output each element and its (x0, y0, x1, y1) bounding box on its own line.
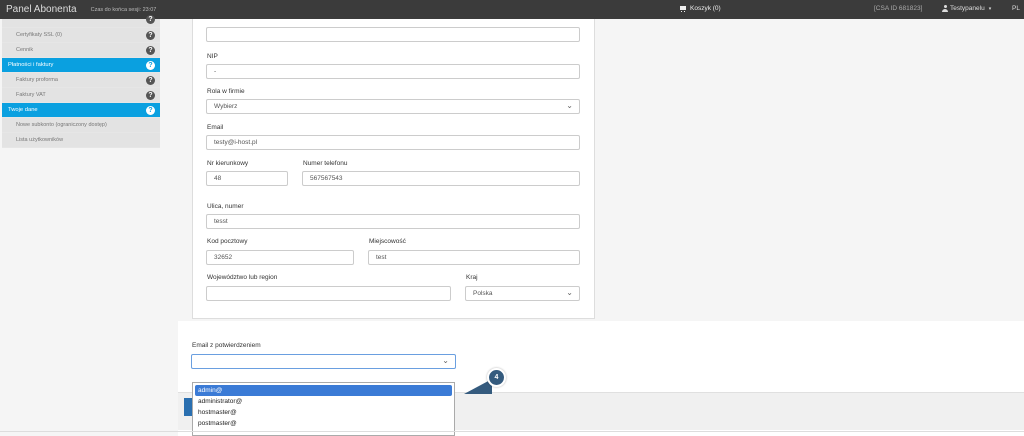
street-field[interactable]: tesst (206, 214, 580, 229)
step-badge: 4 (487, 368, 506, 387)
area-code-field[interactable]: 48 (206, 171, 288, 186)
help-icon[interactable]: ? (146, 76, 155, 85)
divider (0, 431, 1024, 432)
user-name: Testypanelu (950, 5, 985, 12)
area-code-label: Nr kierunkowy (207, 160, 249, 167)
customer-data-form: NIP - Rola w firmie Wybierz Email testy@… (192, 19, 595, 319)
sidebar-item-label: Cennik (16, 47, 34, 53)
city-label: Miejscowość (369, 238, 406, 245)
sidebar-item-label: Certyfikaty SSL (0) (16, 32, 62, 38)
help-icon[interactable]: ? (146, 46, 155, 55)
email-label: Email (207, 124, 224, 131)
sidebar-item-hidden: ? (2, 15, 160, 28)
previous-field[interactable] (206, 27, 580, 42)
sidebar: ? Certyfikaty SSL (0) ? Cennik ? Płatnoś… (2, 15, 160, 148)
sidebar-item-user-list[interactable]: Lista użytkowników (2, 133, 160, 148)
phone-field[interactable]: 567567543 (302, 171, 580, 186)
sidebar-item-label: Lista użytkowników (16, 137, 64, 143)
help-icon[interactable]: ? (146, 61, 155, 70)
dropdown-option-postmaster[interactable]: postmaster@ (193, 418, 454, 429)
role-label: Rola w firmie (207, 88, 245, 95)
sidebar-item-pricing[interactable]: Cennik ? (2, 43, 160, 58)
zip-label: Kod pocztowy (207, 238, 248, 245)
confirm-email-dropdown[interactable]: admin@ administrator@ hostmaster@ postma… (192, 382, 455, 436)
dropdown-option-administrator[interactable]: administrator@ (193, 396, 454, 407)
cart-icon (679, 5, 687, 12)
brand-title[interactable]: Panel Abonenta (6, 4, 77, 15)
cart-label: Koszyk (0) (690, 5, 721, 12)
country-label: Kraj (466, 274, 478, 281)
sidebar-item-ssl[interactable]: Certyfikaty SSL (0) ? (2, 28, 160, 43)
sidebar-item-label: Nowe subkonto (ograniczony dostęp) (16, 122, 107, 128)
email-field[interactable]: testy@i-host.pl (206, 135, 580, 150)
submit-button[interactable] (184, 398, 192, 416)
user-menu[interactable]: Testypanelu ▾ (942, 5, 991, 12)
sidebar-item-label: Faktury VAT (16, 92, 46, 98)
help-icon[interactable]: ? (146, 91, 155, 100)
sidebar-item-label: Faktury proforma (16, 77, 58, 83)
nip-label: NIP (207, 53, 218, 60)
phone-label: Numer telefonu (303, 160, 348, 167)
sidebar-section-your-data[interactable]: Twoje dane ? (2, 103, 160, 118)
sidebar-item-new-subaccount[interactable]: Nowe subkonto (ograniczony dostęp) (2, 118, 160, 133)
zip-field[interactable]: 32652 (206, 250, 354, 265)
user-icon (942, 5, 948, 12)
csa-id: [CSA ID 681823] (874, 5, 923, 12)
city-field[interactable]: test (368, 250, 580, 265)
sidebar-item-label: Płatności i faktury (8, 62, 54, 68)
chevron-down-icon: ▾ (988, 5, 992, 12)
sidebar-item-proforma[interactable]: Faktury proforma ? (2, 73, 160, 88)
region-label: Województwo lub region (207, 274, 278, 281)
session-timer: Czas do końca sesji: 23:07 (90, 6, 157, 13)
confirm-email-label: Email z potwierdzeniem (192, 342, 261, 349)
dropdown-option-admin[interactable]: admin@ (195, 385, 452, 396)
sidebar-section-payments[interactable]: Płatności i faktury ? (2, 58, 160, 73)
confirm-email-select[interactable] (191, 354, 456, 369)
language-switch[interactable]: PL (1012, 5, 1020, 12)
help-icon[interactable]: ? (146, 15, 155, 24)
street-label: Ulica, numer (207, 203, 244, 210)
help-icon[interactable]: ? (146, 106, 155, 115)
region-field[interactable] (206, 286, 451, 301)
country-select[interactable]: Polska (465, 286, 580, 301)
cart-link[interactable]: Koszyk (0) (679, 5, 721, 12)
nip-field[interactable]: - (206, 64, 580, 79)
help-icon[interactable]: ? (146, 31, 155, 40)
sidebar-item-vat[interactable]: Faktury VAT ? (2, 88, 160, 103)
role-select[interactable]: Wybierz (206, 99, 580, 114)
dropdown-option-hostmaster[interactable]: hostmaster@ (193, 407, 454, 418)
sidebar-item-label: Twoje dane (8, 107, 38, 113)
